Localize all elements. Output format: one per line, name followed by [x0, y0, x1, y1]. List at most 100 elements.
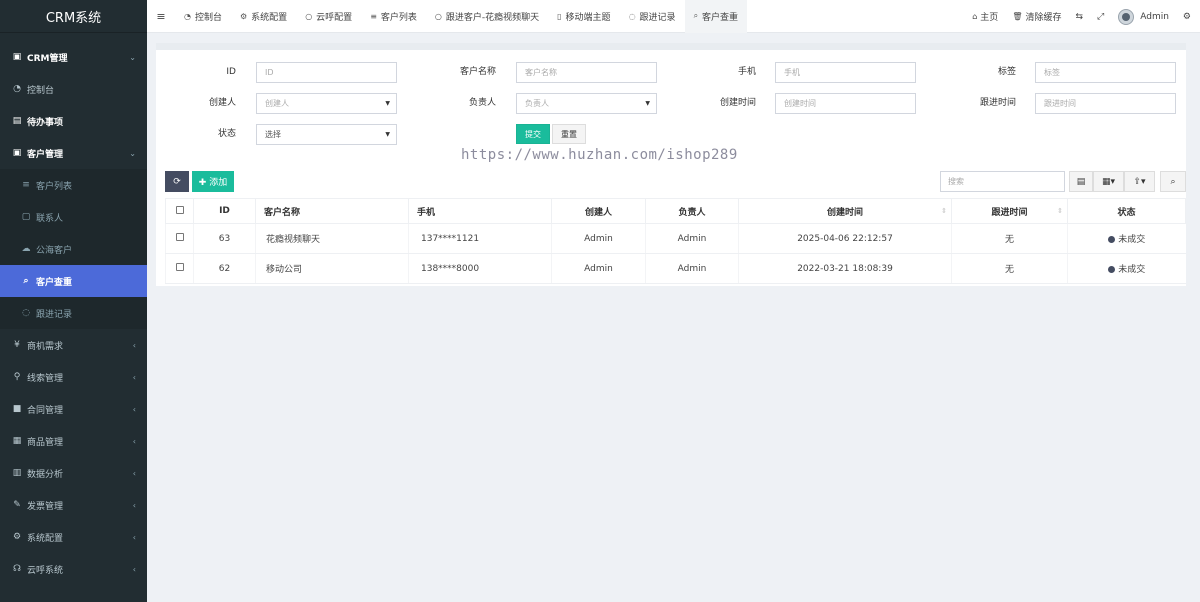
sidebar-item-6[interactable]: ☁ 公海客户	[0, 233, 147, 265]
table-row[interactable]: 63 花瘾视频聊天 137****1121 Admin Admin 2025-04-06 …	[165, 223, 1186, 254]
chat-icon: ◌	[22, 308, 30, 318]
clear-cache-link[interactable]: 🗑 清除缓存	[1005, 10, 1068, 23]
col-status[interactable]: 状态	[1067, 198, 1186, 224]
tab-6[interactable]: ◌ 跟进记录	[620, 0, 685, 33]
sidebar-item-3[interactable]: ▣ 客户管理 ⌄	[0, 137, 147, 169]
sidebar-item-8[interactable]: ◌ 跟进记录	[0, 297, 147, 329]
tab-label: 客户查重	[702, 12, 739, 23]
chevron-icon: ‹	[132, 564, 136, 574]
col-create-time[interactable]: 创建时间 ⇕	[738, 198, 952, 224]
toggle-view-icon[interactable]: ▤	[1069, 171, 1093, 192]
export-icon[interactable]: ⇪▾	[1124, 171, 1155, 192]
tab-label: 移动端主题	[565, 12, 611, 23]
chevron-icon: ‹	[132, 500, 136, 510]
refresh-button[interactable]: ⟳	[165, 171, 189, 192]
sidebar-item-5[interactable]: ▢ 联系人	[0, 201, 147, 233]
reset-button[interactable]: 重置	[552, 124, 586, 144]
sidebar-item-4[interactable]: ≡ 客户列表	[0, 169, 147, 201]
select-all-checkbox[interactable]	[165, 198, 194, 224]
sidebar-item-16[interactable]: ☊ 云呼系统 ‹	[0, 553, 147, 585]
sort-icon: ⇕	[941, 207, 947, 215]
tag-input[interactable]: 标签	[1035, 62, 1176, 83]
user-menu[interactable]: Admin	[1111, 8, 1176, 25]
chevron-icon: ⌄	[129, 148, 136, 158]
follow-time-label: 跟进时间	[979, 98, 1016, 108]
col-phone[interactable]: 手机	[408, 198, 552, 224]
sidebar-item-14[interactable]: ✎ 发票管理 ‹	[0, 489, 147, 521]
tab-4[interactable]: ○ 跟进客户-花瘾视频聊天	[426, 0, 548, 33]
search-icon: ⌕	[23, 276, 29, 286]
cell-id: 62	[193, 253, 256, 284]
status-dot-icon	[1108, 236, 1116, 243]
phone-input[interactable]: 手机	[775, 62, 916, 83]
cogs-icon: ⚙	[12, 532, 22, 542]
col-customer-name[interactable]: 客户名称	[255, 198, 409, 224]
chevron-icon: ‹	[132, 404, 136, 414]
tab-0[interactable]: ◔ 控制台	[175, 0, 231, 33]
sidebar-item-label: CRM管理	[27, 53, 68, 64]
checkbox[interactable]	[175, 205, 184, 214]
sidebar-item-10[interactable]: ⚲ 线索管理 ‹	[0, 361, 147, 393]
add-button[interactable]: ✚ 添加	[192, 171, 234, 192]
fullscreen-icon[interactable]: ⤢	[1090, 12, 1111, 22]
cell-id: 63	[193, 223, 256, 254]
sidebar-item-label: 发票管理	[27, 501, 64, 512]
table-search-input[interactable]: 搜索	[940, 171, 1065, 192]
cell-follow-time: 无	[951, 223, 1068, 254]
col-creator[interactable]: 创建人	[551, 198, 646, 224]
sidebar-item-1[interactable]: ◔ 控制台	[0, 73, 147, 105]
translate-icon[interactable]: ⇆	[1068, 12, 1090, 22]
menu-toggle-icon[interactable]: ≡	[147, 10, 175, 23]
tab-1[interactable]: ⚙ 系统配置	[231, 0, 296, 33]
circle-icon: ○	[434, 11, 442, 21]
sidebar-item-label: 待办事项	[27, 117, 64, 128]
customer-name-input[interactable]: 客户名称	[516, 62, 657, 83]
sidebar-item-15[interactable]: ⚙ 系统配置 ‹	[0, 521, 147, 553]
cell-owner: Admin	[645, 253, 739, 284]
sidebar-item-7[interactable]: ⌕ 客户查重	[0, 265, 147, 297]
col-id[interactable]: ID	[193, 198, 256, 224]
settings-icon[interactable]: ⚙	[1176, 12, 1200, 22]
tab-5[interactable]: ▯ 移动端主题	[548, 0, 619, 33]
checkbox[interactable]	[175, 233, 184, 241]
row-checkbox[interactable]	[165, 253, 194, 284]
sidebar-item-12[interactable]: ▦ 商品管理 ‹	[0, 425, 147, 457]
columns-icon[interactable]: ▦▾	[1093, 171, 1124, 192]
sidebar-item-2[interactable]: ▤ 待办事项	[0, 105, 147, 137]
list-icon: ≡	[370, 11, 377, 21]
owner-select[interactable]: 负责人	[516, 93, 657, 114]
creator-select[interactable]: 创建人	[256, 93, 397, 114]
row-checkbox[interactable]	[165, 223, 194, 254]
cloud-icon: ☁	[21, 244, 31, 254]
sidebar-item-11[interactable]: ■ 合同管理 ‹	[0, 393, 147, 425]
col-follow-time[interactable]: 跟进时间 ⇕	[951, 198, 1068, 224]
tab-strip: ◔ 控制台 ⚙ 系统配置 ○ 云呼配置 ≡ 客户列表 ○ 跟进客户-花瘾视频聊天 ▯ 移动端主题 ◌ 跟进…	[175, 0, 748, 33]
submit-button[interactable]: 提交	[516, 124, 550, 144]
search-icon[interactable]: ⌕	[1160, 171, 1186, 192]
tab-3[interactable]: ≡ 客户列表	[361, 0, 426, 33]
id-input[interactable]: ID	[256, 62, 397, 83]
follow-time-input[interactable]: 跟进时间	[1035, 93, 1176, 114]
sidebar-item-label: 控制台	[27, 85, 55, 96]
cell-status: 未成交	[1067, 223, 1186, 254]
yen-icon: ¥	[14, 340, 20, 350]
checkbox[interactable]	[175, 263, 184, 271]
sidebar-item-label: 客户查重	[36, 277, 73, 288]
tab-7[interactable]: ⌕ 客户查重	[684, 0, 748, 33]
sort-icon: ⇕	[1057, 207, 1063, 215]
create-time-input[interactable]: 创建时间	[775, 93, 916, 114]
sidebar-item-13[interactable]: ▥ 数据分析 ‹	[0, 457, 147, 489]
sidebar-item-0[interactable]: ▣ CRM管理 ⌄	[0, 41, 147, 73]
tab-label: 客户列表	[380, 12, 417, 23]
tab-2[interactable]: ○ 云呼配置	[296, 0, 361, 33]
create-time-label: 创建时间	[719, 98, 756, 108]
home-link[interactable]: ⌂ 主页	[965, 10, 1005, 23]
sidebar-item-9[interactable]: ¥ 商机需求 ‹	[0, 329, 147, 361]
customer-name-label: 客户名称	[459, 67, 496, 77]
col-owner[interactable]: 负责人	[645, 198, 739, 224]
mobile-icon: ▯	[557, 11, 562, 21]
creator-label: 创建人	[208, 98, 236, 108]
status-select[interactable]: 选择	[256, 124, 397, 145]
app-logo[interactable]: CRM系统	[0, 0, 147, 33]
table-row[interactable]: 62 移动公司 138****8000 Admin Admin 2022-03-21 18…	[165, 253, 1186, 284]
